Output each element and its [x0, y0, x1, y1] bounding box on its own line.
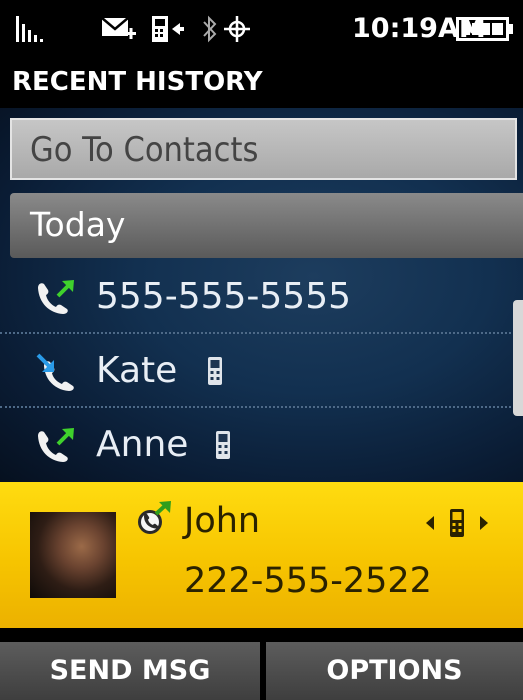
contact-photo: [30, 512, 116, 598]
list-item[interactable]: Kate: [0, 334, 523, 408]
send-msg-button[interactable]: SEND MSG: [0, 642, 260, 700]
message-icon: [101, 17, 136, 39]
status-bar: 10:19AM: [0, 0, 523, 58]
chevron-right-icon[interactable]: [478, 514, 490, 532]
video-call-icon: [138, 501, 171, 534]
go-to-contacts-button[interactable]: Go To Contacts: [10, 118, 517, 180]
mobile-phone-icon: [208, 357, 222, 385]
mobile-phone-icon: [450, 509, 464, 537]
mobile-phone-icon: [216, 431, 230, 459]
page-title-bar: RECENT HISTORY: [0, 58, 523, 108]
page-title: RECENT HISTORY: [12, 67, 263, 97]
gps-icon: [224, 16, 250, 42]
signal-icon: [16, 16, 43, 42]
outgoing-call-icon: [38, 280, 74, 314]
list-item-label: Kate: [96, 350, 178, 391]
phone-signal-icon: [152, 16, 184, 42]
phone-screen: 10:19AM RECENT HISTORY Go To Contacts To…: [0, 0, 523, 700]
list-item-label: Anne: [96, 424, 189, 465]
section-header-today: Today: [10, 193, 523, 258]
list-item[interactable]: 555-555-5555: [0, 260, 523, 334]
options-button[interactable]: OPTIONS: [266, 642, 523, 700]
outgoing-call-icon: [38, 428, 74, 462]
list-item[interactable]: Anne: [0, 408, 523, 482]
list-item-label: 555-555-5555: [96, 276, 352, 317]
section-header-label: Today: [30, 205, 126, 244]
chevron-left-icon[interactable]: [424, 514, 436, 532]
battery-icon: [456, 17, 513, 41]
incoming-call-icon: [36, 353, 74, 391]
go-to-contacts-label: Go To Contacts: [30, 130, 259, 170]
selected-contact-number: 222-555-2522: [184, 561, 432, 601]
bluetooth-icon: [203, 15, 217, 43]
scrollbar[interactable]: [513, 300, 523, 416]
selected-contact-name: John: [184, 501, 261, 541]
